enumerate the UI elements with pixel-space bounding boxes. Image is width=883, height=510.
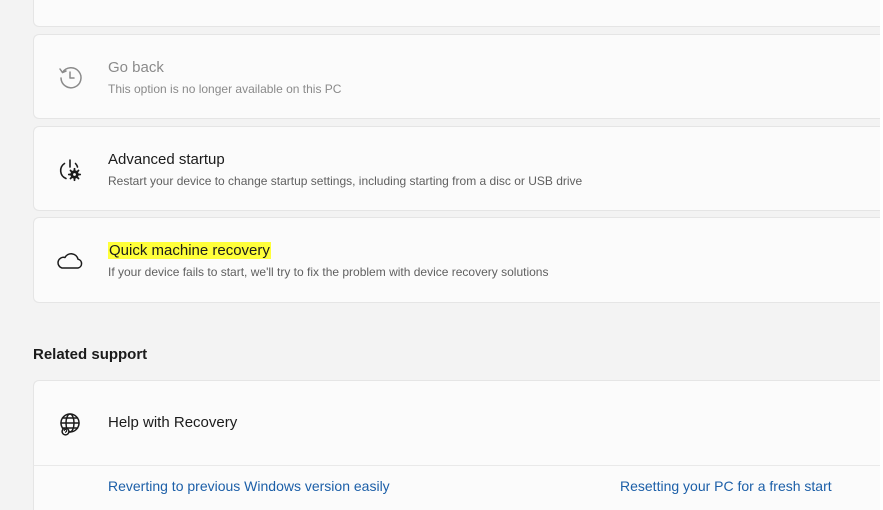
quick-machine-recovery-card[interactable]: Quick machine recovery If your device fa… [33, 217, 883, 303]
link-reverting-windows[interactable]: Reverting to previous Windows version ea… [108, 478, 390, 494]
help-with-recovery-card[interactable]: Help with Recovery [33, 380, 883, 466]
advanced-startup-title: Advanced startup [108, 151, 225, 168]
power-gear-icon [54, 154, 86, 186]
previous-setting-card[interactable] [33, 0, 883, 27]
help-with-recovery-title: Help with Recovery [108, 414, 238, 431]
help-links-panel: Reverting to previous Windows version ea… [33, 465, 883, 510]
go-back-card: Go back This option is no longer availab… [33, 34, 883, 119]
cloud-icon [54, 245, 86, 277]
advanced-startup-description: Restart your device to change startup se… [108, 174, 583, 188]
quick-machine-recovery-title: Quick machine recovery [108, 242, 271, 259]
search-highlight: Quick machine recovery [108, 242, 271, 259]
globe-help-icon [54, 408, 86, 440]
go-back-description: This option is no longer available on th… [108, 82, 342, 96]
related-support-heading: Related support [33, 346, 148, 363]
quick-machine-recovery-description: If your device fails to start, we'll try… [108, 265, 549, 279]
link-resetting-pc[interactable]: Resetting your PC for a fresh start [620, 478, 832, 494]
advanced-startup-card[interactable]: Advanced startup Restart your device to … [33, 126, 883, 211]
history-icon [54, 61, 86, 93]
settings-page: Go back This option is no longer availab… [0, 0, 883, 510]
go-back-title: Go back [108, 59, 164, 76]
